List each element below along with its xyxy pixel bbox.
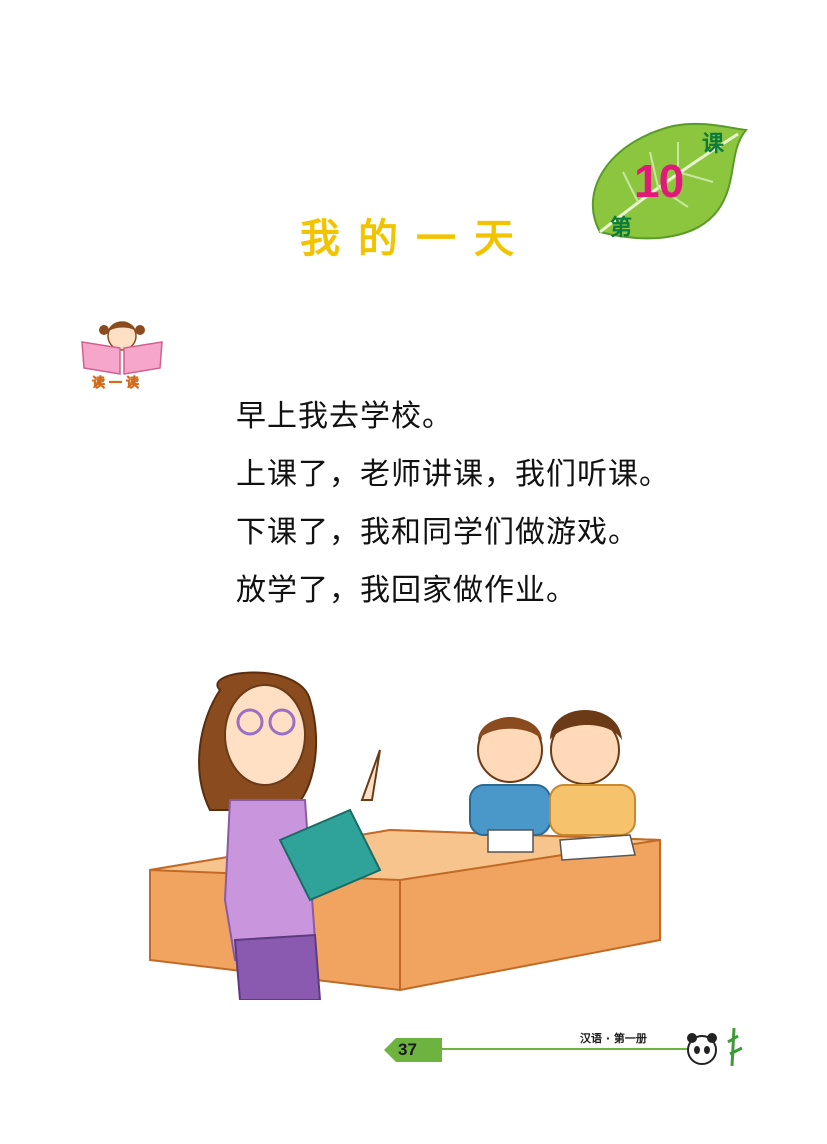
text-line-3: 下课了，我和同学们做游戏。 bbox=[236, 515, 639, 550]
text-line-1: 早上我去学校。 bbox=[236, 399, 453, 434]
text-line-2: 上课了，老师讲课，我们听课。 bbox=[236, 457, 670, 492]
text-line-4: 放学了，我回家做作业。 bbox=[236, 573, 577, 608]
footer-rule bbox=[400, 1048, 700, 1050]
lesson-number: 10 bbox=[634, 155, 684, 207]
classroom-illustration bbox=[149, 671, 661, 1000]
page-number: 37 bbox=[398, 1040, 417, 1059]
page-title: 我的一天 bbox=[300, 216, 532, 262]
lesson-badge-di: 第 bbox=[610, 216, 633, 241]
panda-bamboo-icon bbox=[687, 1027, 743, 1067]
reading-text: 早上我去学校。 上课了，老师讲课，我们听课。 下课了，我和同学们做游戏。 放学了… bbox=[236, 388, 670, 620]
lesson-badge-ke: 课 bbox=[702, 132, 725, 157]
read-aloud-label: 读一读 bbox=[92, 376, 144, 392]
book-title: 汉语 · 第一册 bbox=[580, 1032, 647, 1045]
